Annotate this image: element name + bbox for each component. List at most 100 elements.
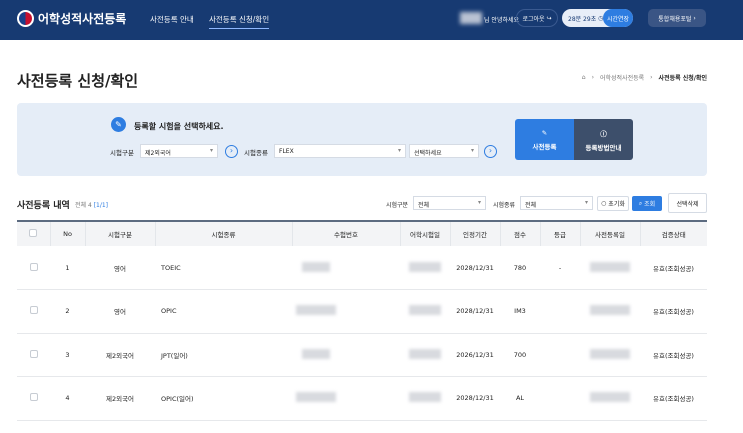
blurred-value bbox=[302, 261, 330, 272]
cell-exam-date bbox=[400, 333, 450, 377]
cell-exam-number bbox=[292, 333, 400, 377]
cell-cat: 영어 bbox=[85, 289, 155, 334]
exam-sub-select[interactable]: 선택하세요 bbox=[409, 144, 479, 158]
select-all-checkbox[interactable] bbox=[29, 229, 38, 237]
cell-exam-date bbox=[400, 289, 450, 334]
logo-text: 어학성적사전등록 bbox=[38, 12, 127, 26]
register-button[interactable]: ✎ 사전등록 bbox=[515, 119, 574, 160]
col-status: 검증상태 bbox=[640, 220, 707, 246]
search-button[interactable]: ⌕ 조회 bbox=[632, 196, 662, 211]
guide-button[interactable]: ⓘ 등록방법안내 bbox=[574, 119, 633, 160]
reset-button[interactable]: ○ 초기화 bbox=[597, 196, 629, 211]
greeting: 님 안녕하세요 bbox=[484, 17, 520, 24]
cell-type: JPT(일어) bbox=[155, 333, 292, 377]
table-row: 1 영어 TOEIC 2028/12/31 780 - 유효(조회성공) bbox=[17, 246, 707, 290]
filter-type-select[interactable]: 전체 bbox=[520, 196, 593, 210]
blurred-value bbox=[590, 305, 630, 316]
cell-no: 1 bbox=[50, 246, 85, 290]
blurred-value bbox=[296, 305, 336, 316]
logout-label: 로그아웃 bbox=[522, 15, 545, 23]
exam-cat-select[interactable]: 제2외국어 bbox=[140, 144, 218, 158]
government-emblem-icon bbox=[17, 10, 34, 27]
reset-label: 초기화 bbox=[608, 201, 625, 208]
cell-period: 2028/12/31 bbox=[450, 246, 500, 290]
register-label: 사전등록 bbox=[532, 142, 557, 151]
logout-button[interactable]: 로그아웃 ↪ bbox=[516, 9, 558, 27]
cell-exam-number bbox=[292, 376, 400, 421]
row-checkbox[interactable] bbox=[29, 349, 38, 358]
cell-status: 유효(조회성공) bbox=[640, 289, 707, 334]
cell-cat: 영어 bbox=[85, 246, 155, 290]
site-logo[interactable]: 어학성적사전등록 bbox=[17, 10, 126, 27]
cell-exam-date bbox=[400, 246, 450, 290]
cell-exam-date bbox=[400, 376, 450, 421]
breadcrumb-item[interactable]: 어학성적사전등록 bbox=[600, 73, 644, 82]
delete-selected-button[interactable]: 선택삭제 bbox=[668, 193, 707, 213]
blurred-value bbox=[409, 392, 441, 403]
breadcrumb: ⌂ › 어학성적사전등록 › 사전등록 신청/확인 bbox=[581, 73, 707, 82]
cell-no: 2 bbox=[50, 289, 85, 334]
pencil-icon: ✎ bbox=[541, 128, 548, 137]
cell-reg-date bbox=[580, 246, 640, 290]
nav-apply[interactable]: 사전등록 신청/확인 bbox=[209, 14, 270, 29]
nav-guide[interactable]: 사전등록 안내 bbox=[150, 14, 194, 25]
cell-reg-date bbox=[580, 376, 640, 421]
cell-type: TOEIC bbox=[155, 246, 292, 290]
blurred-value bbox=[590, 261, 630, 272]
blurred-value bbox=[296, 392, 336, 403]
row-checkbox[interactable] bbox=[29, 306, 38, 315]
col-reg-date: 사전등록일 bbox=[580, 220, 641, 246]
col-period: 인정기간 bbox=[450, 220, 501, 246]
info-icon: ⓘ bbox=[600, 129, 607, 138]
home-icon[interactable]: ⌂ bbox=[582, 74, 586, 81]
cell-status: 유효(조회성공) bbox=[640, 333, 707, 377]
cell-period: 2028/12/31 bbox=[450, 376, 500, 421]
header: 어학성적사전등록 사전등록 안내 사전등록 신청/확인 님 안녕하세요 로그아웃… bbox=[0, 0, 743, 40]
session-timer: 28분 29초 ◷ 시간연장 bbox=[562, 9, 633, 27]
portal-label: 통합채용포털 bbox=[658, 15, 692, 23]
blurred-value bbox=[590, 348, 630, 359]
col-grade: 등급 bbox=[540, 220, 581, 246]
page-title: 사전등록 신청/확인 bbox=[17, 72, 139, 90]
cell-period: 2026/12/31 bbox=[450, 333, 500, 377]
cell-reg-date bbox=[580, 289, 640, 334]
cell-grade bbox=[540, 376, 580, 421]
cell-status: 유효(조회성공) bbox=[640, 246, 707, 290]
exam-type-select[interactable]: FLEX bbox=[274, 144, 406, 158]
cell-score: AL bbox=[500, 376, 540, 421]
blurred-value bbox=[590, 392, 630, 403]
row-checkbox[interactable] bbox=[29, 393, 38, 402]
col-score: 점수 bbox=[500, 220, 541, 246]
cell-no: 4 bbox=[50, 376, 85, 421]
exam-cat-go-icon[interactable]: › bbox=[225, 145, 238, 158]
edit-note-icon: ✎ bbox=[111, 117, 126, 132]
guide-label: 등록방법안내 bbox=[585, 143, 622, 152]
cell-reg-date bbox=[580, 333, 640, 377]
exam-type-label: 시험종류 bbox=[244, 149, 268, 157]
col-cat: 시험구분 bbox=[85, 220, 156, 246]
col-exam-date: 어학시험일 bbox=[400, 220, 451, 246]
col-type: 시험종류 bbox=[155, 220, 293, 246]
exam-type-go-icon[interactable]: › bbox=[484, 145, 497, 158]
cell-score: 780 bbox=[500, 246, 540, 290]
cell-score: IM3 bbox=[500, 289, 540, 334]
col-no: No bbox=[50, 220, 86, 246]
list-title: 사전등록 내역 bbox=[17, 201, 70, 211]
table-header: No 시험구분 시험종류 수험번호 어학시험일 인정기간 점수 등급 사전등록일… bbox=[17, 220, 707, 246]
cell-status: 유효(조회성공) bbox=[640, 376, 707, 421]
user-name-blurred bbox=[460, 12, 482, 24]
cell-exam-number bbox=[292, 246, 400, 290]
table-row: 4 제2외국어 OPIC(일어) 2028/12/31 AL 유효(조회성공) bbox=[17, 376, 707, 421]
extend-button[interactable]: 시간연장 bbox=[603, 9, 633, 27]
cell-period: 2028/12/31 bbox=[450, 289, 500, 334]
row-checkbox[interactable] bbox=[29, 262, 38, 271]
filter-cat-select[interactable]: 전체 bbox=[413, 196, 486, 210]
cell-type: OPIC(일어) bbox=[155, 376, 292, 421]
search-label: 조회 bbox=[644, 201, 656, 208]
portal-button[interactable]: 통합채용포털 › bbox=[648, 9, 706, 27]
list-count: 전체 4 bbox=[75, 202, 92, 209]
list-page: [1/1] bbox=[93, 202, 109, 209]
cell-grade bbox=[540, 289, 580, 334]
filter-cat-label: 시험구분 bbox=[386, 202, 409, 209]
filter-type-label: 시험종류 bbox=[493, 202, 516, 209]
